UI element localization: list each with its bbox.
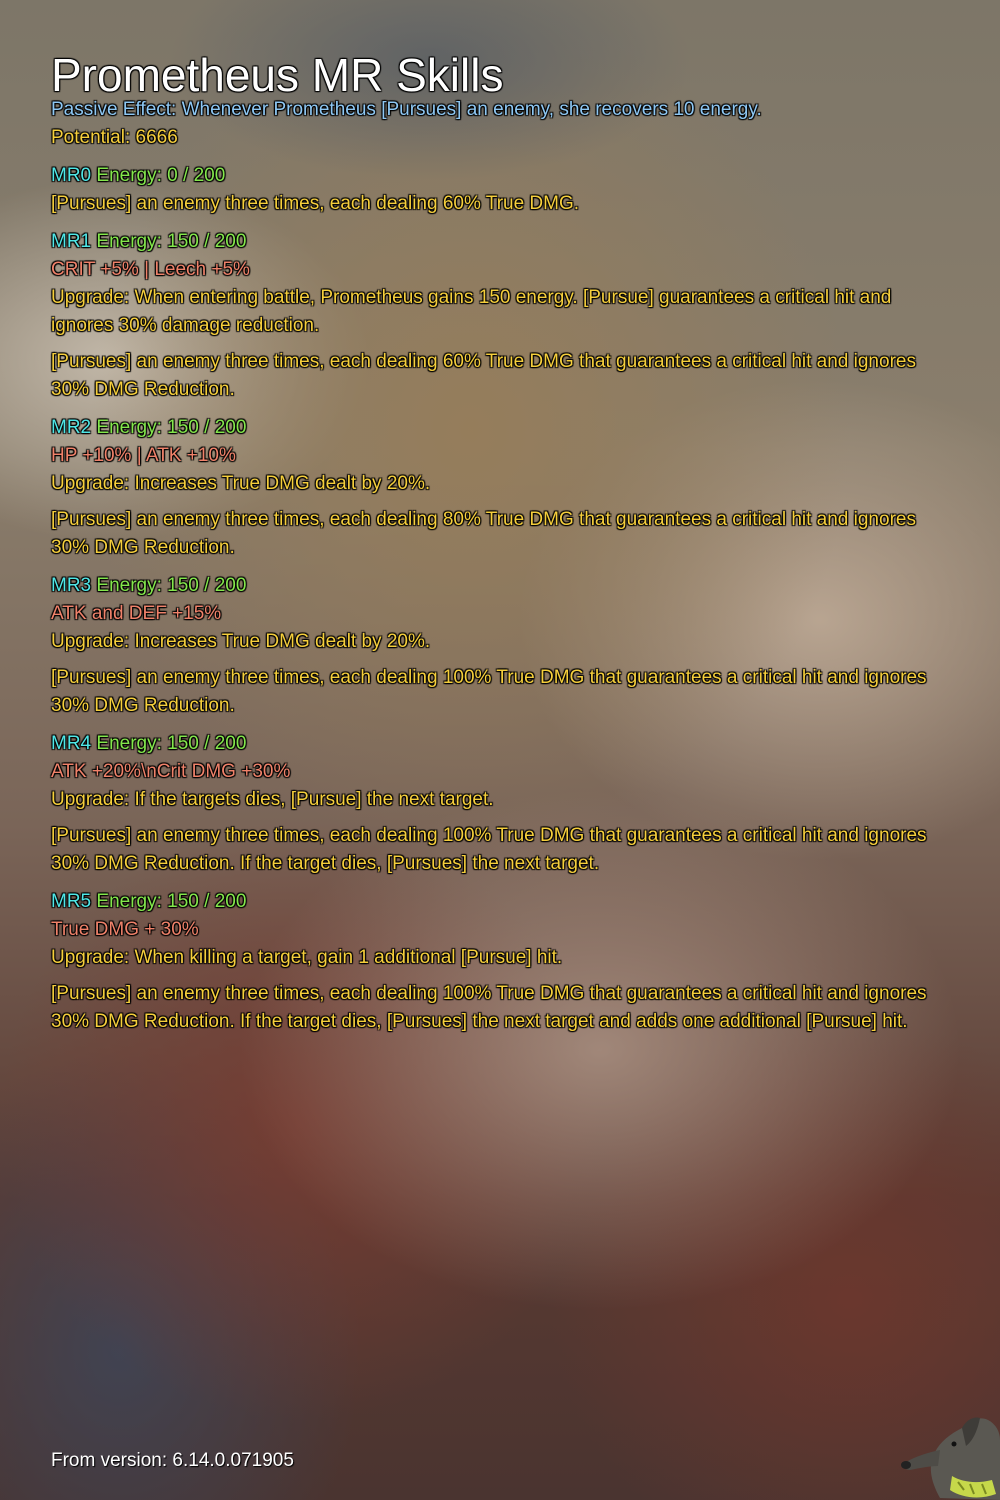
potential: Potential: 6666 <box>51 127 178 148</box>
mr-upgrade: Upgrade: If the targets dies, [Pursue] t… <box>51 789 494 810</box>
mr-label: MR3 <box>51 575 92 596</box>
mr-energy: Energy: 150 / 200 <box>96 733 247 754</box>
mr-level-4: MR4 Energy: 150 / 200 ATK +20%\nCrit DMG… <box>51 730 931 878</box>
mr-stats: CRIT +5% | Leech +5% <box>51 259 250 280</box>
mr-label: MR1 <box>51 231 92 252</box>
mr-description: [Pursues] an enemy three times, each dea… <box>51 509 916 558</box>
mr-level-0: MR0 Energy: 0 / 200 [Pursues] an enemy t… <box>51 162 931 218</box>
mr-label: MR4 <box>51 733 92 754</box>
mr-energy: Energy: 150 / 200 <box>96 417 247 438</box>
mr-label: MR5 <box>51 891 92 912</box>
mr-energy: Energy: 150 / 200 <box>96 891 247 912</box>
page-title: Prometheus MR Skills <box>51 49 504 101</box>
mr-level-5: MR5 Energy: 150 / 200 True DMG + 30% Upg… <box>51 888 931 1036</box>
mr-level-3: MR3 Energy: 150 / 200 ATK and DEF +15% U… <box>51 572 931 720</box>
mr-description: [Pursues] an enemy three times, each dea… <box>51 983 927 1032</box>
passive-effect: Passive Effect: Whenever Prometheus [Pur… <box>51 99 762 120</box>
mr-label: MR2 <box>51 417 92 438</box>
mr-label: MR0 <box>51 165 92 186</box>
mr-stats: ATK and DEF +15% <box>51 603 222 624</box>
version-footer: From version: 6.14.0.071905 <box>51 1450 294 1471</box>
mr-stats: ATK +20%\nCrit DMG +30% <box>51 761 291 782</box>
mr-description: [Pursues] an enemy three times, each dea… <box>51 667 927 716</box>
mr-description: [Pursues] an enemy three times, each dea… <box>51 825 927 874</box>
mr-energy: Energy: 150 / 200 <box>96 575 247 596</box>
mr-upgrade: Upgrade: Increases True DMG dealt by 20%… <box>51 631 431 652</box>
mr-stats: True DMG + 30% <box>51 919 199 940</box>
mr-energy: Energy: 0 / 200 <box>96 165 226 186</box>
mr-level-1: MR1 Energy: 150 / 200 CRIT +5% | Leech +… <box>51 228 931 404</box>
mr-description: [Pursues] an enemy three times, each dea… <box>51 193 580 214</box>
mr-level-2: MR2 Energy: 150 / 200 HP +10% | ATK +10%… <box>51 414 931 562</box>
mr-description: [Pursues] an enemy three times, each dea… <box>51 351 916 400</box>
dog-icon <box>901 1417 1000 1500</box>
mr-upgrade: Upgrade: When entering battle, Prometheu… <box>51 287 892 336</box>
mr-stats: HP +10% | ATK +10% <box>51 445 236 466</box>
mr-energy: Energy: 150 / 200 <box>96 231 247 252</box>
mr-upgrade: Upgrade: When killing a target, gain 1 a… <box>51 947 563 968</box>
mr-upgrade: Upgrade: Increases True DMG dealt by 20%… <box>51 473 431 494</box>
skills-panel: Prometheus MR Skills Passive Effect: Whe… <box>51 50 931 1036</box>
